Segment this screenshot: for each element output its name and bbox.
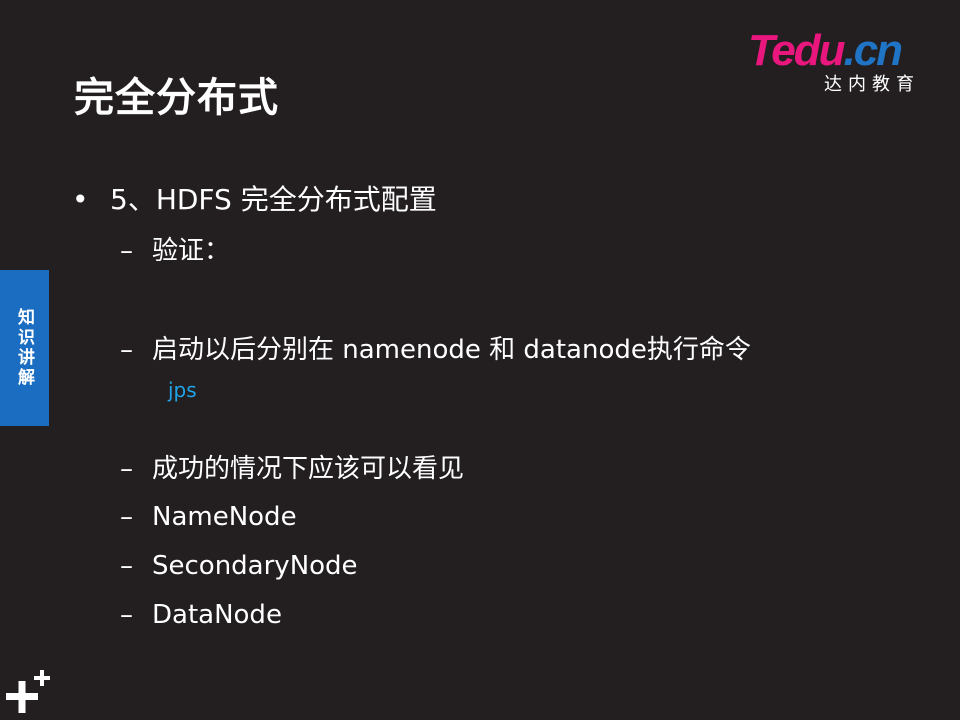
dash-marker: –: [120, 454, 133, 484]
bullet-marker: •: [72, 183, 89, 216]
bullet-text: 5、HDFS 完全分布式配置: [110, 183, 437, 216]
sub-item-text: SecondaryNode: [152, 551, 358, 581]
sub-item: – NameNode: [120, 499, 297, 535]
sub-item: – SecondaryNode: [120, 548, 358, 584]
command-text: jps: [168, 378, 197, 402]
bullet-item: • 5、HDFS 完全分布式配置: [72, 180, 437, 220]
plus-icon: [6, 670, 50, 713]
sub-item: – 启动以后分别在 namenode 和 datanode执行命令: [120, 332, 751, 368]
sub-item: – DataNode: [120, 597, 282, 633]
sub-item-text: NameNode: [152, 502, 297, 532]
logo-subtitle: 达内教育: [824, 74, 920, 95]
sub-item-text: DataNode: [152, 600, 282, 630]
tedu-logo: Tedu.cn 达内教育: [748, 28, 938, 98]
dash-marker: –: [120, 551, 133, 581]
dash-marker: –: [120, 502, 133, 532]
logo-wordmark: Tedu.cn: [748, 26, 903, 75]
sub-item-text: 启动以后分别在 namenode 和 datanode执行命令: [152, 335, 751, 365]
dash-marker: –: [120, 236, 133, 266]
dash-marker: –: [120, 335, 133, 365]
section-tab: 知识讲解: [0, 270, 49, 426]
sub-item-text: 验证：: [152, 236, 231, 266]
slide-title: 完全分布式: [74, 75, 279, 121]
sub-item-text: 成功的情况下应该可以看见: [152, 454, 465, 484]
dash-marker: –: [120, 600, 133, 630]
sub-item: – 成功的情况下应该可以看见: [120, 451, 464, 487]
section-tab-label: 知识讲解: [14, 308, 34, 388]
sub-item: – 验证：: [120, 233, 230, 269]
